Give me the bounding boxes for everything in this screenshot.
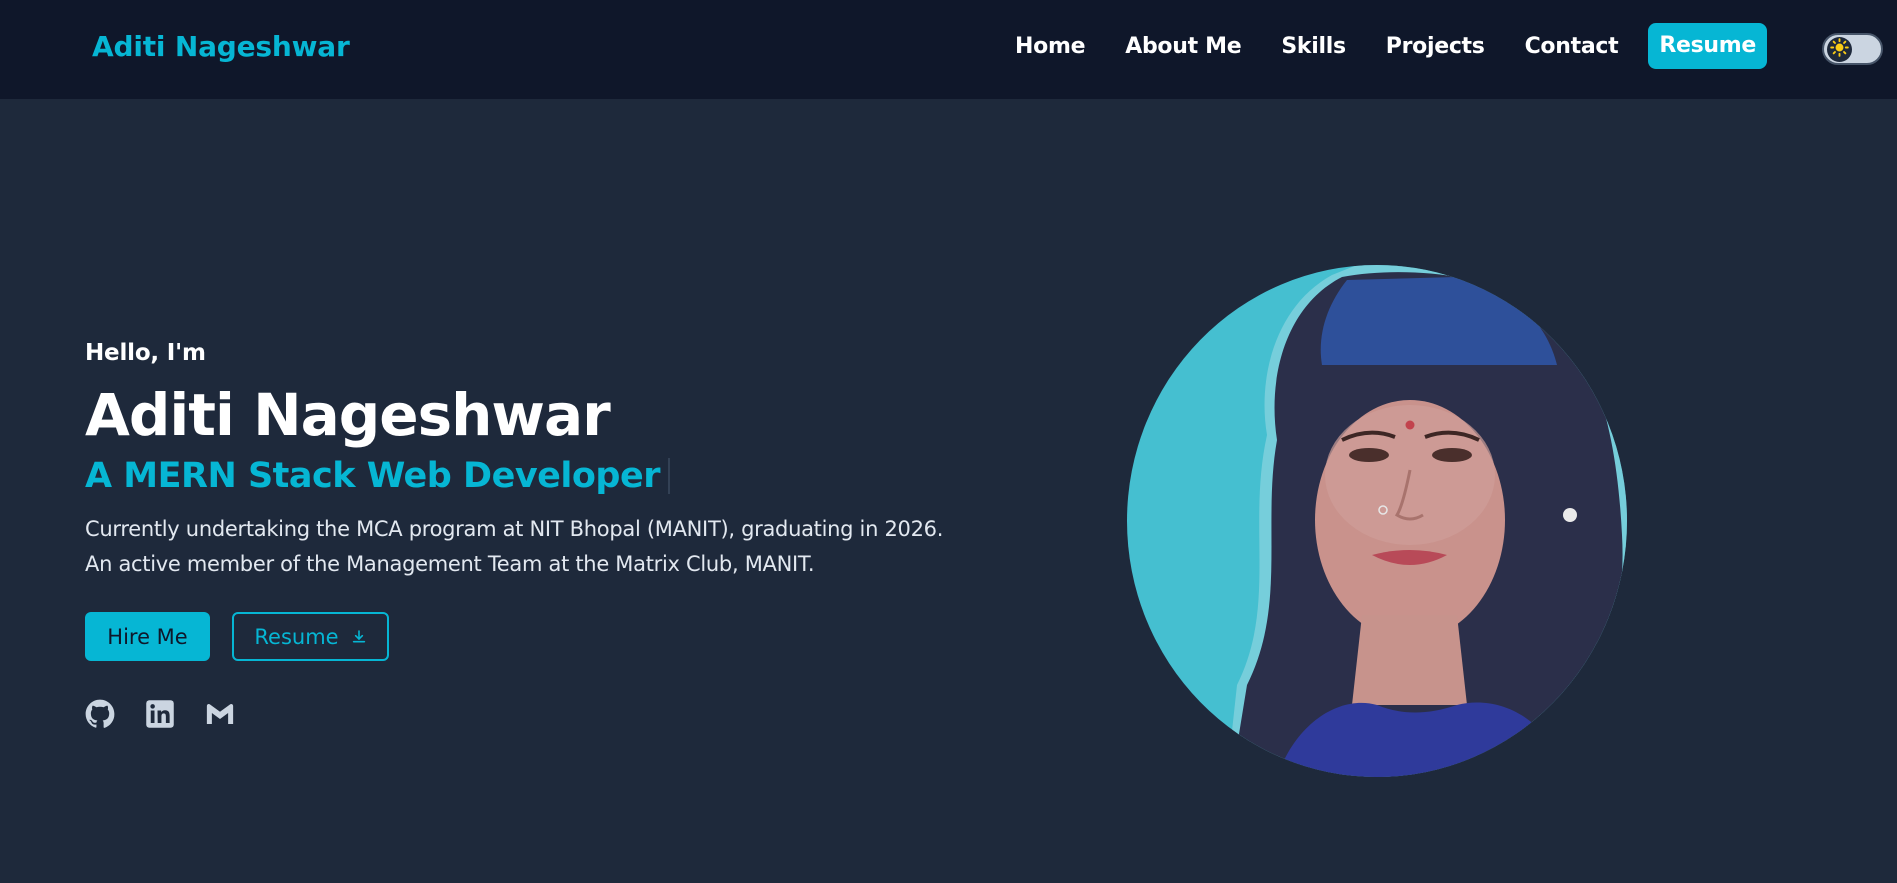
theme-toggle[interactable]	[1822, 33, 1883, 65]
nav-link-contact[interactable]: Contact	[1525, 34, 1619, 59]
hero-role: A MERN Stack Web Developer	[85, 456, 660, 496]
github-icon[interactable]	[85, 699, 115, 729]
nav-link-about-me[interactable]: About Me	[1125, 34, 1241, 59]
hero-bio-line-1: Currently undertaking the MCA program at…	[85, 517, 944, 541]
nav-resume-button[interactable]: Resume	[1648, 23, 1767, 69]
nav-link-home[interactable]: Home	[1015, 34, 1085, 59]
hero-role-line: A MERN Stack Web Developer	[85, 456, 985, 496]
profile-photo	[1127, 265, 1627, 777]
hero-greeting: Hello, I'm	[85, 340, 206, 366]
gmail-icon[interactable]	[205, 699, 235, 729]
social-links	[85, 699, 985, 729]
sun-icon	[1830, 38, 1849, 61]
hero-section: Hello, I'm Aditi Nageshwar A MERN Stack …	[85, 340, 985, 729]
brand-logo-text[interactable]: Aditi Nageshwar	[92, 30, 350, 63]
typing-caret	[667, 458, 670, 494]
hero-bio: Currently undertaking the MCA program at…	[85, 512, 985, 582]
navbar: Aditi Nageshwar Home About Me Skills Pro…	[0, 0, 1897, 99]
nav-link-skills[interactable]: Skills	[1281, 34, 1346, 59]
hire-me-button[interactable]: Hire Me	[85, 612, 210, 661]
download-icon	[351, 629, 367, 645]
hero-bio-line-2: An active member of the Management Team …	[85, 552, 815, 576]
hire-me-label: Hire Me	[107, 624, 188, 649]
theme-toggle-knob	[1827, 37, 1852, 62]
linkedin-icon[interactable]	[145, 699, 175, 729]
hero-name: Aditi Nageshwar	[85, 381, 611, 449]
nav-links: Home About Me Skills Projects Contact Re…	[975, 22, 1767, 70]
resume-download-label: Resume	[254, 624, 339, 649]
resume-download-button[interactable]: Resume	[232, 612, 389, 661]
nav-link-projects[interactable]: Projects	[1386, 34, 1485, 59]
cta-row: Hire Me Resume	[85, 612, 985, 661]
